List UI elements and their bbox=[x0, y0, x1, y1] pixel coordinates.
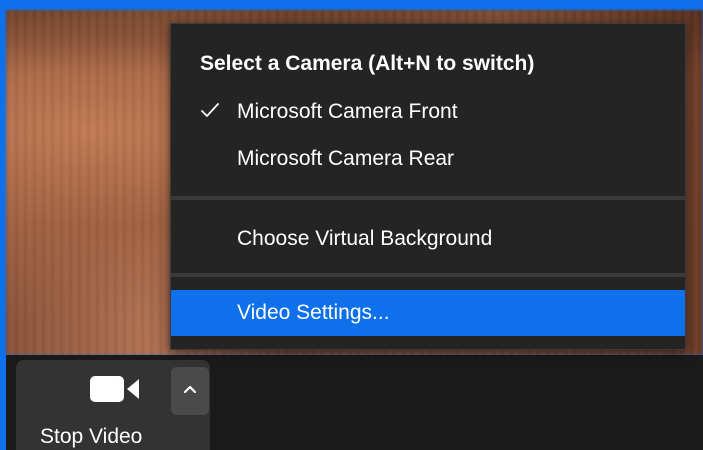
meeting-window: Stop Video Select a Camera (Alt+N to swi… bbox=[0, 0, 703, 450]
stop-video-label[interactable]: Stop Video bbox=[40, 425, 200, 449]
menu-header: Select a Camera (Alt+N to switch) bbox=[200, 52, 535, 75]
video-camera-icon[interactable] bbox=[90, 376, 140, 402]
menu-item-label: Microsoft Camera Rear bbox=[237, 147, 455, 170]
menu-divider bbox=[171, 196, 685, 200]
menu-item-virtual-background[interactable]: Choose Virtual Background bbox=[171, 216, 685, 262]
chevron-up-icon bbox=[183, 385, 197, 394]
checkmark-icon bbox=[201, 103, 219, 117]
menu-item-label: Video Settings... bbox=[237, 301, 390, 324]
menu-item-camera-front[interactable]: Microsoft Camera Front bbox=[171, 89, 685, 135]
camera-menu: Select a Camera (Alt+N to switch) Micros… bbox=[170, 23, 686, 350]
menu-divider bbox=[171, 273, 685, 277]
menu-item-camera-rear[interactable]: Microsoft Camera Rear bbox=[171, 136, 685, 182]
video-options-button[interactable] bbox=[171, 367, 209, 415]
menu-item-label: Choose Virtual Background bbox=[237, 227, 493, 250]
menu-item-video-settings[interactable]: Video Settings... bbox=[171, 290, 685, 336]
menu-item-label: Microsoft Camera Front bbox=[237, 100, 458, 123]
